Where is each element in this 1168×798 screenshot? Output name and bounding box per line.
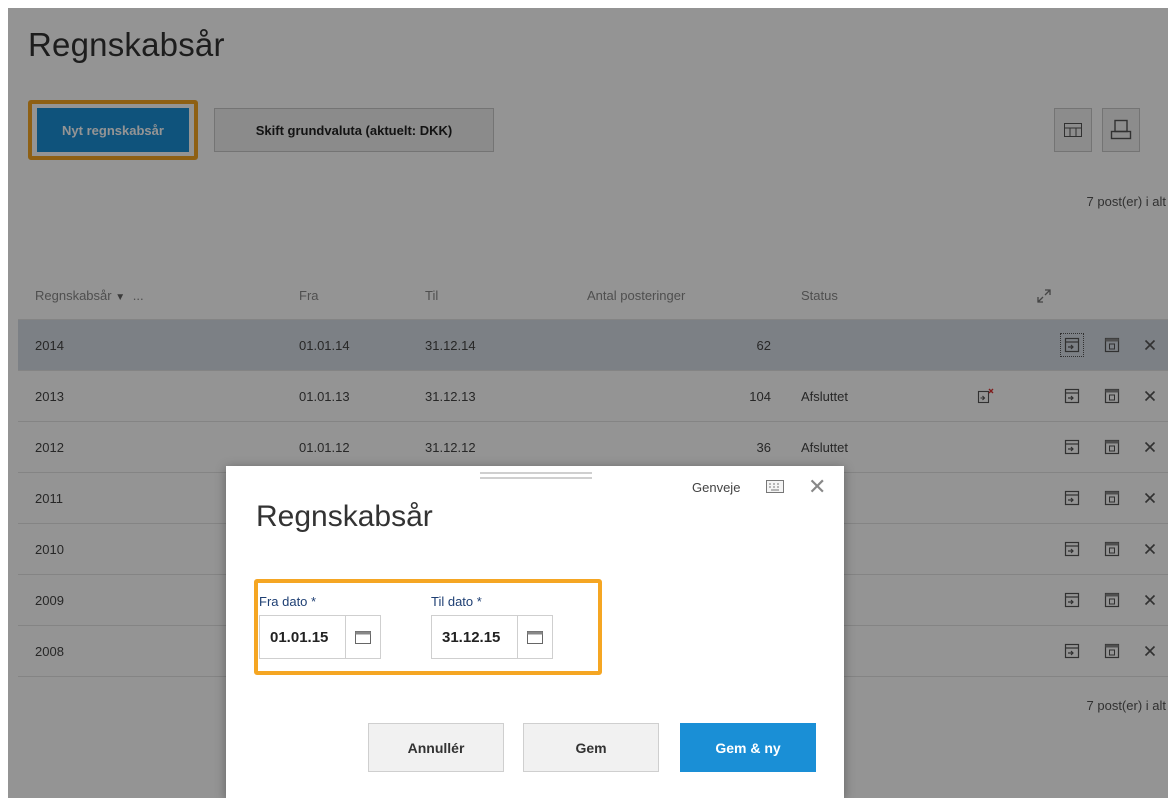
dialog-title: Regnskabsår (256, 500, 433, 533)
shortcuts-link[interactable]: Genveje (692, 480, 740, 495)
til-date-picker-button[interactable] (517, 616, 552, 658)
save-button[interactable]: Gem (523, 723, 659, 772)
calendar-icon (355, 631, 371, 644)
fiscal-year-dialog: Regnskabsår Genveje ✕ Fra dato * Til dat… (226, 466, 844, 798)
dialog-drag-handle[interactable] (480, 472, 592, 482)
til-dato-input[interactable] (432, 616, 524, 658)
fra-date-picker-button[interactable] (345, 616, 380, 658)
til-dato-field (431, 615, 553, 659)
dialog-close-icon[interactable]: ✕ (808, 476, 826, 498)
save-and-new-button[interactable]: Gem & ny (680, 723, 816, 772)
fra-dato-label: Fra dato * (259, 594, 317, 609)
keyboard-icon[interactable] (766, 480, 784, 498)
til-dato-label: Til dato * (431, 594, 482, 609)
calendar-icon (527, 631, 543, 644)
fra-dato-input[interactable] (260, 616, 352, 658)
fra-dato-field (259, 615, 381, 659)
cancel-button[interactable]: Annullér (368, 723, 504, 772)
